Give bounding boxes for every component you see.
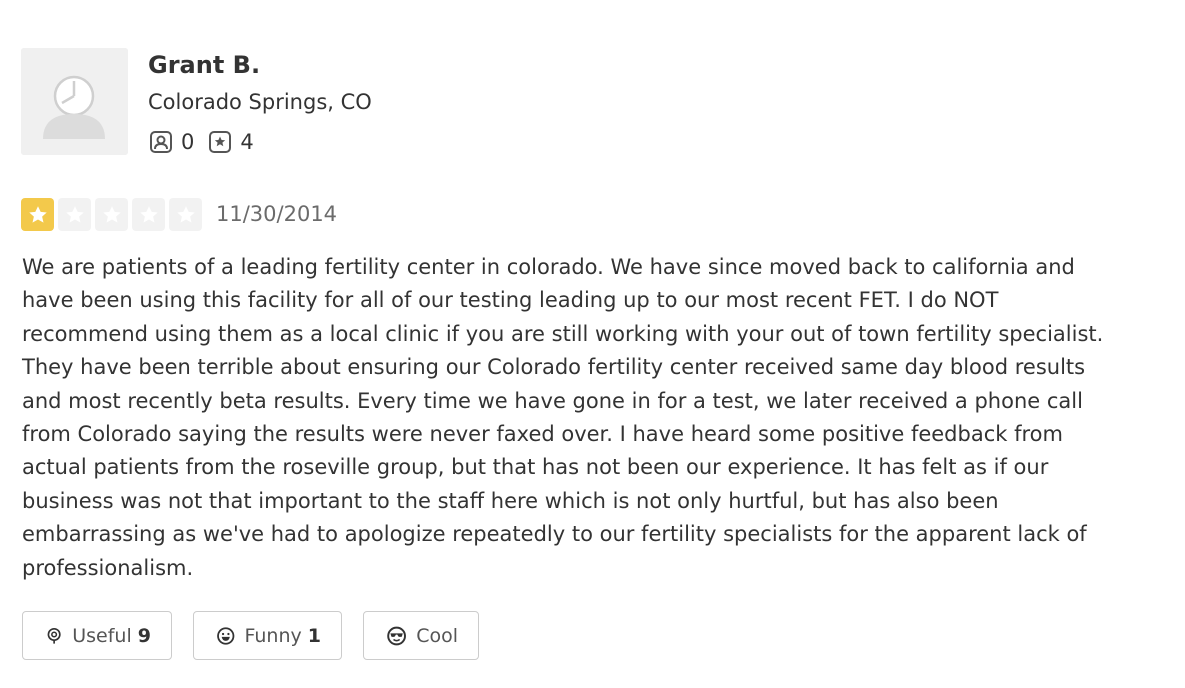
friends-icon: [150, 131, 172, 153]
useful-count: 9: [137, 624, 151, 647]
user-stats: 0 4: [149, 128, 268, 156]
smiley-icon: [217, 626, 235, 645]
star-icon: [139, 205, 158, 223]
funny-label: Funny: [244, 624, 302, 647]
rating-star-5: [169, 198, 202, 231]
user-name[interactable]: Grant B.: [148, 50, 260, 80]
review-star-icon: [209, 131, 232, 153]
cool-button[interactable]: Cool: [363, 611, 479, 660]
reviews-stat: 4: [208, 130, 254, 154]
lightbulb-icon: [47, 627, 61, 644]
useful-button[interactable]: Useful 9: [22, 611, 172, 660]
user-location: Colorado Springs, CO: [148, 90, 372, 114]
rating-row: 11/30/2014: [21, 198, 337, 231]
review-date: 11/30/2014: [216, 202, 338, 226]
star-icon: [176, 205, 195, 223]
sunglasses-face-icon: [387, 626, 406, 645]
friends-count: 0: [181, 130, 195, 154]
rating-star-1: [21, 198, 54, 231]
star-icon: [65, 205, 84, 223]
friends-stat: 0: [149, 130, 194, 154]
rating-star-4: [132, 198, 165, 231]
star-icon: [102, 205, 121, 223]
star-icon: [28, 205, 47, 223]
useful-label: Useful: [72, 624, 132, 647]
rating-star-3: [95, 198, 128, 231]
cool-label: Cool: [416, 624, 458, 647]
funny-count: 1: [307, 624, 321, 647]
funny-button[interactable]: Funny 1: [193, 611, 342, 660]
review-text: We are patients of a leading fertility c…: [22, 255, 1104, 580]
user-avatar[interactable]: [21, 48, 128, 155]
default-user-avatar-icon: [21, 48, 128, 155]
rating-star-2: [58, 198, 91, 231]
review-actions: Useful 9 Funny 1 Cool: [22, 611, 500, 660]
reviews-count: 4: [240, 130, 254, 154]
